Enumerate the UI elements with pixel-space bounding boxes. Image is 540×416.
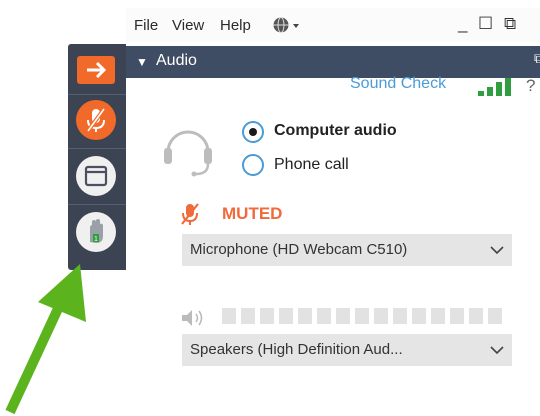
raise-hand-button[interactable]: 1 [76, 212, 116, 252]
sound-check-link[interactable]: Sound Check [350, 75, 446, 93]
volume-meter-segment [450, 308, 464, 324]
computer-audio-label[interactable]: Computer audio [274, 122, 397, 140]
computer-audio-radio[interactable] [242, 121, 264, 143]
audio-section-header[interactable]: ▼ Audio ⧉ [126, 46, 540, 78]
volume-meter-segment [222, 308, 236, 324]
orange-arrow-icon [87, 61, 107, 79]
microphone-select[interactable]: Microphone (HD Webcam C510) [182, 234, 512, 266]
mute-button[interactable] [76, 100, 116, 140]
volume-meter-segment [336, 308, 350, 324]
audio-section-title: Audio [156, 52, 197, 69]
muted-mic-button-icon [86, 107, 106, 133]
green-annotation-arrow-icon [5, 264, 86, 415]
collapse-panel-button[interactable] [77, 56, 115, 84]
volume-meter-segment [355, 308, 369, 324]
volume-meter-segment [412, 308, 426, 324]
globe-icon[interactable] [272, 16, 304, 34]
divider [68, 148, 126, 149]
menu-view[interactable]: View [172, 17, 204, 34]
muted-mic-icon [181, 203, 199, 225]
speakers-select[interactable]: Speakers (High Definition Aud... [182, 334, 512, 366]
volume-meter-segment [374, 308, 388, 324]
raise-hand-icon: 1 [90, 219, 103, 243]
speakers-value: Speakers (High Definition Aud... [190, 341, 403, 358]
volume-meter-segment [488, 308, 502, 324]
volume-meter-segment [241, 308, 255, 324]
headset-icon [164, 130, 212, 177]
gotomeeting-window: File View Help _ ☐ ⧉ ▼ Audio ⧉ Sound Che… [126, 8, 540, 408]
help-icon[interactable]: ? [526, 76, 535, 96]
volume-meter-segment [431, 308, 445, 324]
phone-call-label[interactable]: Phone call [274, 156, 349, 174]
menu-help[interactable]: Help [220, 17, 251, 34]
volume-meter-segment [298, 308, 312, 324]
maximize-button[interactable]: ☐ [478, 14, 493, 34]
restore-button[interactable]: ⧉ [504, 14, 516, 34]
svg-text:1: 1 [94, 236, 98, 243]
popout-icon[interactable]: ⧉ [534, 50, 540, 67]
muted-status: MUTED [222, 204, 283, 223]
collapse-triangle-icon[interactable]: ▼ [136, 55, 148, 69]
volume-meter-segment [393, 308, 407, 324]
phone-call-radio[interactable] [242, 154, 264, 176]
microphone-value: Microphone (HD Webcam C510) [190, 241, 408, 258]
menu-bar: File View Help _ ☐ ⧉ [126, 8, 540, 42]
chevron-down-icon [490, 246, 504, 255]
chevron-down-icon [490, 346, 504, 355]
control-panel-sidebar: 1 [68, 44, 126, 270]
volume-meter-segment [279, 308, 293, 324]
volume-meter-segment [260, 308, 274, 324]
screen-share-button[interactable] [76, 156, 116, 196]
divider [68, 94, 126, 95]
menu-file[interactable]: File [134, 17, 158, 34]
screen-icon [84, 165, 108, 187]
volume-meter-segment [317, 308, 331, 324]
speaker-icon [182, 310, 203, 326]
volume-meter-segment [469, 308, 483, 324]
divider [68, 204, 126, 205]
minimize-button[interactable]: _ [458, 14, 467, 34]
signal-bars-icon [478, 78, 511, 96]
